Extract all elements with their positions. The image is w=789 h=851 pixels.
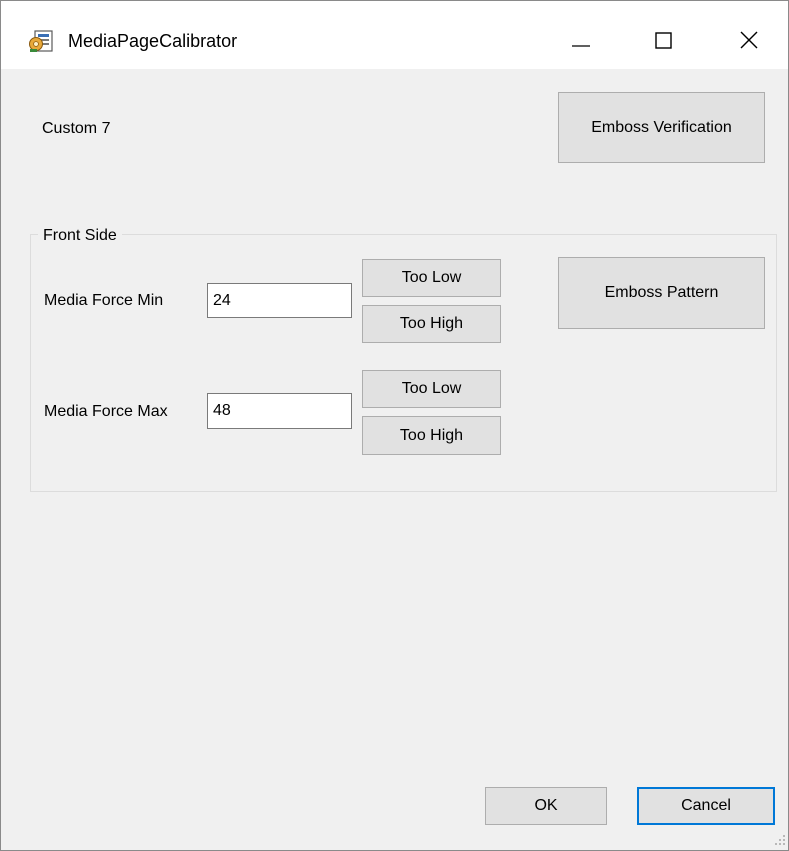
media-force-max-label: Media Force Max [44,403,168,420]
max-too-low-button[interactable]: Too Low [362,370,501,408]
close-icon [740,31,758,49]
min-too-high-button[interactable]: Too High [362,305,501,343]
window-title: MediaPageCalibrator [68,31,238,51]
media-force-min-label: Media Force Min [44,292,164,309]
dialog-window: MediaPageCalibrator Custom 7 Emboss Veri… [0,0,789,851]
resize-grip-icon[interactable] [771,831,787,847]
max-too-high-button[interactable]: Too High [362,416,501,455]
media-force-max-input[interactable] [207,393,352,429]
title-bar[interactable]: MediaPageCalibrator [1,1,788,69]
profile-label: Custom 7 [42,120,111,137]
calibrator-app-icon [29,30,53,52]
minimize-button[interactable] [553,19,609,61]
close-button[interactable] [721,19,777,61]
maximize-button[interactable] [636,19,692,61]
maximize-icon [655,32,672,49]
emboss-pattern-button[interactable]: Emboss Pattern [558,257,765,329]
cancel-button[interactable]: Cancel [637,787,775,825]
media-force-min-input[interactable] [207,283,352,318]
front-side-group-title: Front Side [38,226,122,246]
minimize-icon [572,45,590,47]
emboss-verification-button[interactable]: Emboss Verification [558,92,765,163]
min-too-low-button[interactable]: Too Low [362,259,501,297]
ok-button[interactable]: OK [485,787,607,825]
